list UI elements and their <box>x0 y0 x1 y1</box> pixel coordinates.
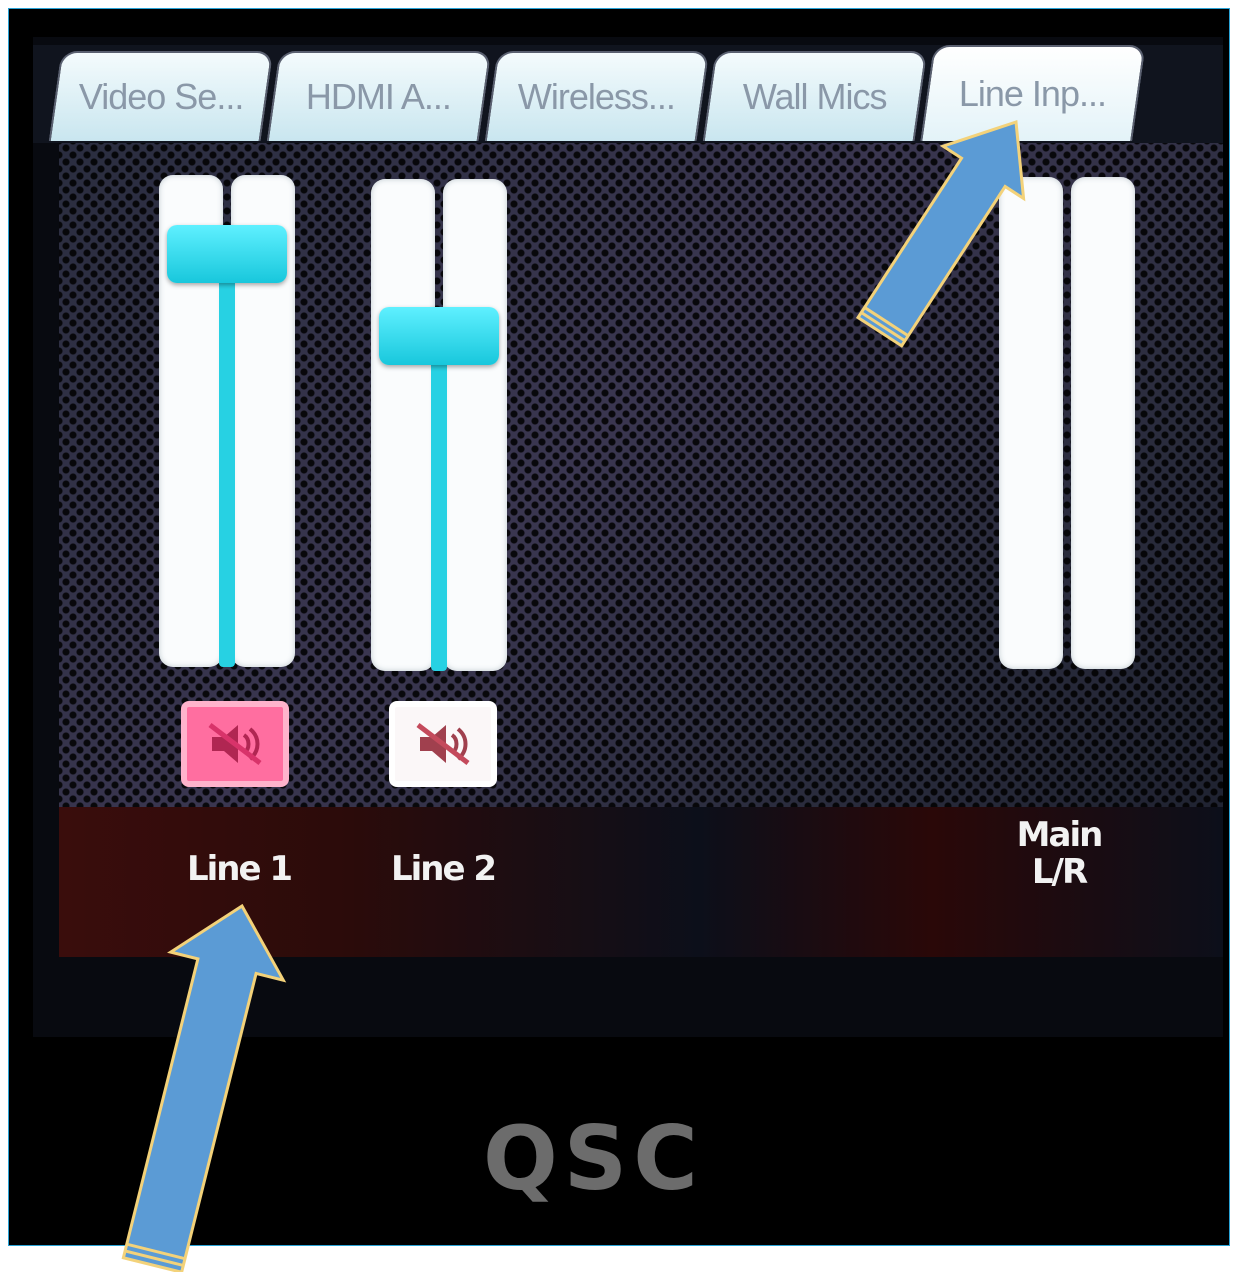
main-lr-label: Main L/R <box>989 815 1129 893</box>
speaker-muted-icon <box>208 723 262 765</box>
tab-wireless[interactable]: Wireless... <box>484 51 710 141</box>
tab-hdmi-audio[interactable]: HDMI A... <box>266 51 492 141</box>
qsc-logo: QSC <box>483 1107 704 1210</box>
line-1-mute-button[interactable] <box>181 701 289 787</box>
line-2-fader[interactable] <box>371 179 507 671</box>
speaker-muted-icon <box>416 723 470 765</box>
fader-knob[interactable] <box>379 307 499 366</box>
fader-rail-right <box>443 179 507 671</box>
tab-label: Line Inp... <box>959 73 1107 114</box>
tab-label: Wall Mics <box>743 76 887 117</box>
tab-bar: Video Se... HDMI A... Wireless... Wall M… <box>33 45 1223 143</box>
meter-rail-right <box>1071 177 1135 669</box>
line-1-fader[interactable] <box>159 175 295 667</box>
tab-label: Video Se... <box>78 76 244 117</box>
tab-label: HDMI A... <box>306 76 452 117</box>
tab-line-inputs[interactable]: Line Inp... <box>920 45 1146 141</box>
tab-label: Wireless... <box>518 76 676 117</box>
screenshot-frame: Video Se... HDMI A... Wireless... Wall M… <box>8 8 1230 1246</box>
tab-video-sources[interactable]: Video Se... <box>48 51 274 141</box>
line-2-mute-button[interactable] <box>389 701 497 787</box>
fader-level-fill <box>431 336 447 671</box>
fader-knob[interactable] <box>167 224 287 283</box>
main-label-line-1: Main <box>1016 815 1104 855</box>
meter-rail-left <box>999 177 1063 669</box>
line-1-label: Line 1 <box>186 849 293 889</box>
fader-rail-left <box>371 179 435 671</box>
main-label-line-2: L/R <box>1031 852 1088 893</box>
fader-level-fill <box>219 253 235 667</box>
tab-wall-mics[interactable]: Wall Mics <box>702 51 928 141</box>
main-lr-meter <box>999 177 1135 669</box>
line-2-label: Line 2 <box>390 849 497 889</box>
